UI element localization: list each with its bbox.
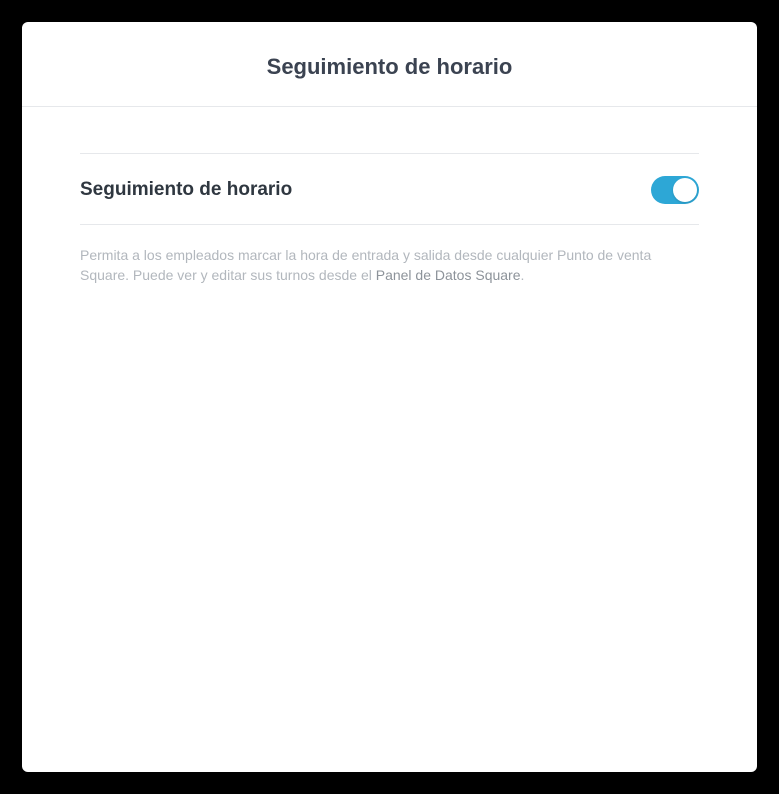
card-header: Seguimiento de horario [22, 22, 757, 107]
timecard-tracking-toggle[interactable] [651, 176, 699, 204]
timecard-tracking-label: Seguimiento de horario [80, 179, 292, 201]
description-text-after: . [521, 267, 525, 283]
description-text-before: Permita a los empleados marcar la hora d… [80, 247, 651, 283]
page-title: Seguimiento de horario [42, 54, 737, 80]
timecard-tracking-row: Seguimiento de horario [80, 153, 699, 225]
dashboard-link[interactable]: Panel de Datos Square [376, 267, 521, 283]
content-area: Seguimiento de horario Permita a los emp… [22, 107, 757, 286]
settings-card: Seguimiento de horario Seguimiento de ho… [22, 22, 757, 772]
toggle-knob [673, 178, 697, 202]
timecard-tracking-description: Permita a los empleados marcar la hora d… [80, 225, 699, 286]
